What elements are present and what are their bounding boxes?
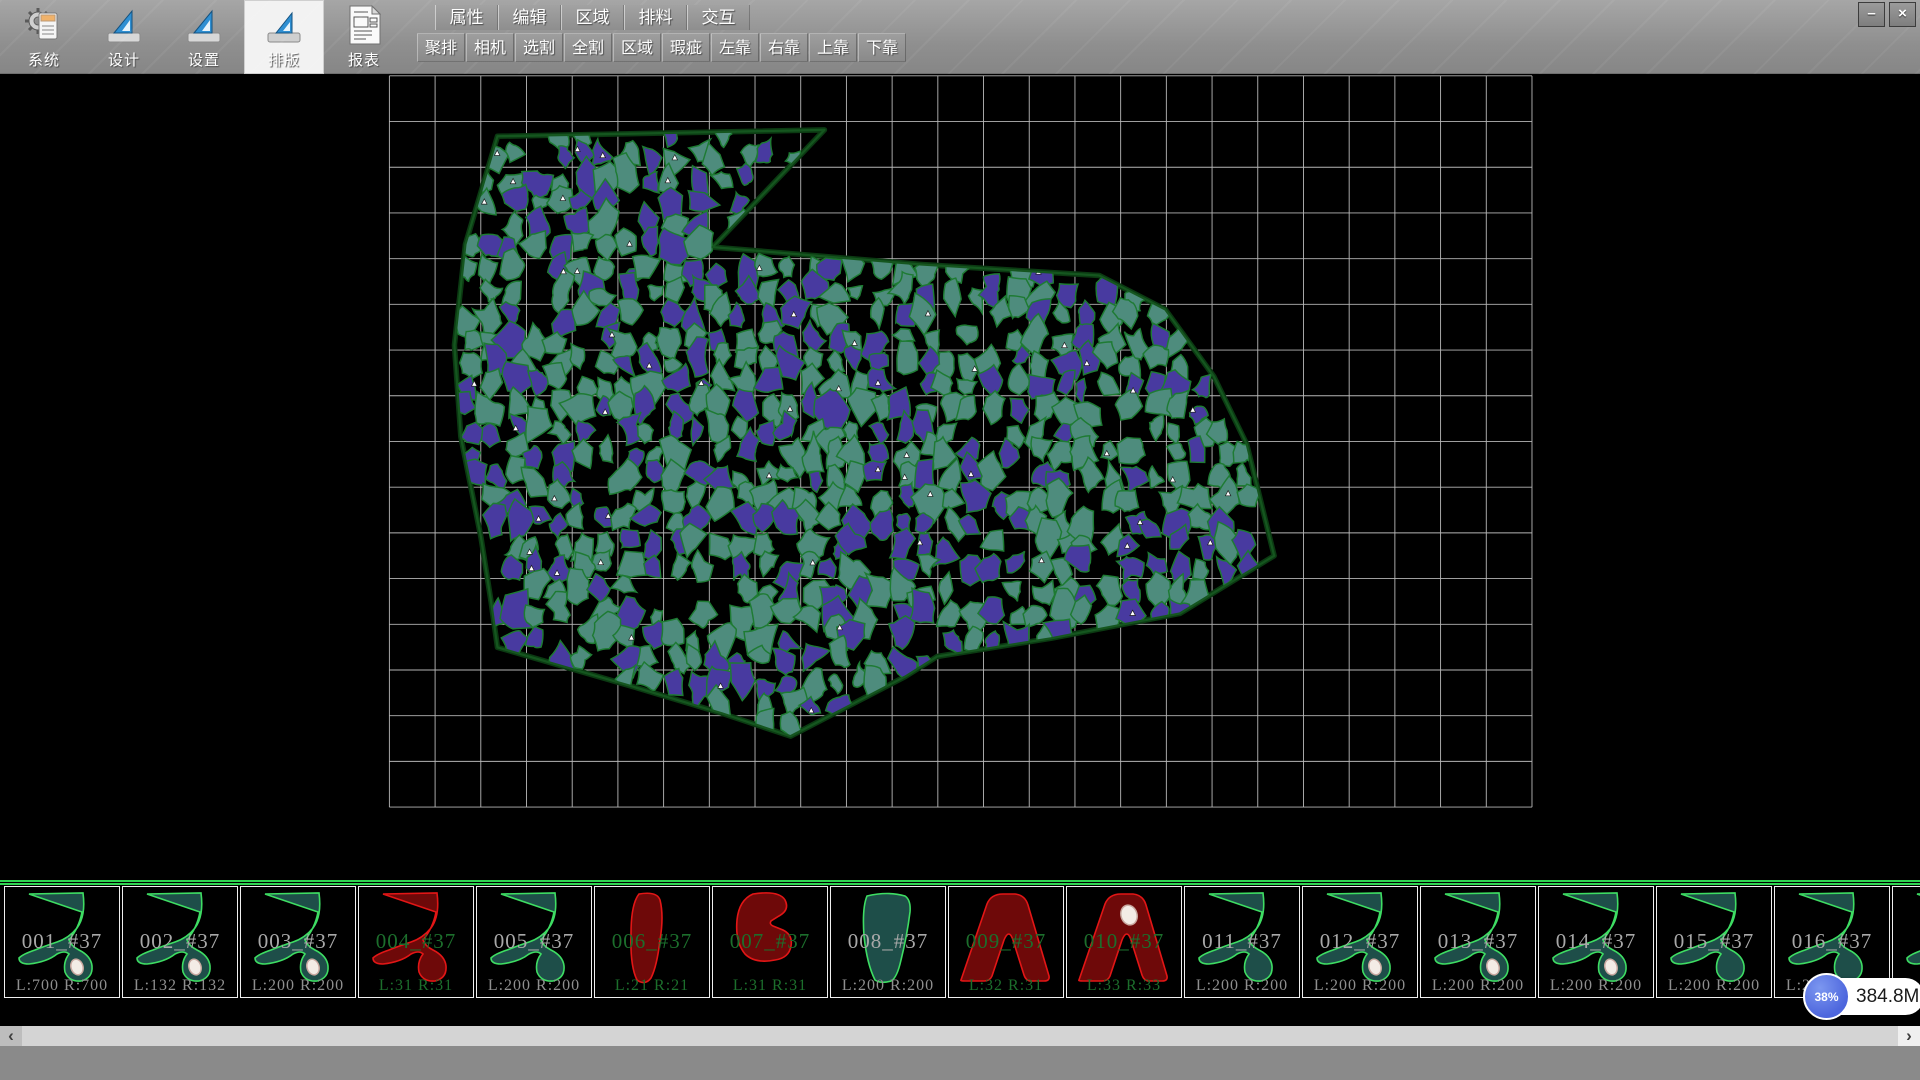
- layout-button-label: 排版: [268, 49, 300, 70]
- thumbnail-cell-3[interactable]: 003_#37 L:200 R:200: [240, 886, 356, 998]
- minimize-icon: –: [1867, 5, 1875, 22]
- piece-lr-count: L:200 R:200: [477, 977, 591, 995]
- tool-button-6[interactable]: 瑕疵: [662, 33, 710, 62]
- piece-name: 008_#37: [831, 929, 945, 954]
- window-controls: – ×: [1858, 2, 1916, 27]
- system-button-label: 系统: [28, 49, 60, 70]
- piece-lr-count: L:21 R:21: [595, 977, 709, 995]
- menu-tab-5[interactable]: 交互: [687, 5, 750, 30]
- progress-circle: 38%: [1803, 973, 1850, 1020]
- design-button-label: 设计: [108, 49, 140, 70]
- progress-percent: 38%: [1814, 990, 1838, 1004]
- piece-lr-count: L:200 R:200: [1185, 977, 1299, 995]
- thumbnail-cell-6[interactable]: 006_#37 L:21 R:21: [594, 886, 710, 998]
- piece-name: 011_#37: [1185, 929, 1299, 954]
- piece-name: 010_#37: [1067, 929, 1181, 954]
- thumbnail-cell-2[interactable]: 002_#37 L:132 R:132: [122, 886, 238, 998]
- scroll-left-button[interactable]: ‹: [0, 1026, 22, 1046]
- tool-button-8[interactable]: 右靠: [760, 33, 808, 62]
- piece-name: 001_#37: [5, 929, 119, 954]
- piece-lr-count: L:700 R:700: [5, 977, 119, 995]
- thumbnail-cell-13[interactable]: 013_#37 L:200 R:200: [1420, 886, 1536, 998]
- piece-name: 007_#37: [713, 929, 827, 954]
- piece-lr-count: L:33 R:33: [1067, 977, 1181, 995]
- memory-usage-badge: 38% 384.8M: [1806, 978, 1920, 1015]
- piece-name: 003_#37: [241, 929, 355, 954]
- piece-name: 0: [1893, 929, 1920, 954]
- piece-name: 012_#37: [1303, 929, 1417, 954]
- strip-top-border: [0, 880, 1920, 885]
- piece-lr-count: L:32 R:31: [949, 977, 1063, 995]
- settings-button-label: 设置: [188, 49, 220, 70]
- piece-name: 006_#37: [595, 929, 709, 954]
- report-button[interactable]: 报表: [324, 0, 404, 74]
- tool-button-bar: 聚排相机选割全割区域瑕疵左靠右靠上靠下靠: [417, 33, 907, 62]
- memory-value: 384.8M: [1856, 978, 1919, 1015]
- piece-thumbnail-strip: 001_#37L:700 R:700002_#37L:132 R:132003_…: [0, 880, 1920, 1003]
- design-icon: [102, 3, 146, 47]
- main-button-group: 系统 设计 设置 排版: [4, 0, 404, 74]
- nesting-canvas[interactable]: [0, 74, 1920, 880]
- thumbnail-cell-10[interactable]: 010_#37 L:33 R:33: [1066, 886, 1182, 998]
- minimize-button[interactable]: –: [1858, 2, 1885, 27]
- piece-name: 016_#37: [1775, 929, 1889, 954]
- report-button-label: 报表: [348, 49, 380, 70]
- piece-name: 014_#37: [1539, 929, 1653, 954]
- thumbnail-cell-4[interactable]: 004_#37 L:31 R:31: [358, 886, 474, 998]
- thumbnail-cell-8[interactable]: 008_#37 L:200 R:200: [830, 886, 946, 998]
- tool-button-2[interactable]: 相机: [466, 33, 514, 62]
- menu-tab-1[interactable]: 属性: [435, 5, 498, 30]
- piece-lr-count: L:200 R:200: [831, 977, 945, 995]
- thumbnail-cell-1[interactable]: 001_#37 L:700 R:700: [4, 886, 120, 998]
- tool-button-9[interactable]: 上靠: [809, 33, 857, 62]
- thumbnail-cell-14[interactable]: 014_#37 L:200 R:200: [1538, 886, 1654, 998]
- system-icon: [22, 3, 66, 47]
- piece-lr-count: L:132 R:132: [123, 977, 237, 995]
- thumbnail-cell-15[interactable]: 015_#37 L:200 R:200: [1656, 886, 1772, 998]
- piece-name: 005_#37: [477, 929, 591, 954]
- thumbnail-cell-9[interactable]: 009_#37 L:32 R:31: [948, 886, 1064, 998]
- menu-tab-3[interactable]: 区域: [561, 5, 624, 30]
- tool-button-5[interactable]: 区域: [613, 33, 661, 62]
- horizontal-scrollbar[interactable]: ‹ ›: [0, 1026, 1920, 1046]
- tool-button-4[interactable]: 全割: [564, 33, 612, 62]
- thumbnail-cell-11[interactable]: 011_#37 L:200 R:200: [1184, 886, 1300, 998]
- piece-lr-count: L:200 R:200: [241, 977, 355, 995]
- settings-icon: [182, 3, 226, 47]
- settings-button[interactable]: 设置: [164, 0, 244, 74]
- piece-name: 002_#37: [123, 929, 237, 954]
- layout-button[interactable]: 排版: [244, 0, 324, 74]
- piece-lr-count: L:31 R:31: [359, 977, 473, 995]
- piece-lr-count: L:200 R:200: [1657, 977, 1771, 995]
- menu-tab-2[interactable]: 编辑: [498, 5, 561, 30]
- scroll-right-button[interactable]: ›: [1898, 1026, 1920, 1046]
- design-button[interactable]: 设计: [84, 0, 164, 74]
- thumbnail-cell-5[interactable]: 005_#37 L:200 R:200: [476, 886, 592, 998]
- thumbnail-cell-7[interactable]: 007_#37 L:31 R:31: [712, 886, 828, 998]
- close-icon: ×: [1898, 5, 1907, 22]
- scroll-right-icon: ›: [1906, 1026, 1912, 1045]
- piece-name: 015_#37: [1657, 929, 1771, 954]
- tool-button-10[interactable]: 下靠: [858, 33, 906, 62]
- toolbar: 系统 设计 设置 排版: [0, 0, 1920, 74]
- thumbnail-cell-12[interactable]: 012_#37 L:200 R:200: [1302, 886, 1418, 998]
- menu-tab-bar: 属性编辑区域排料交互: [435, 5, 750, 30]
- piece-name: 004_#37: [359, 929, 473, 954]
- piece-lr-count: L:200 R:200: [1303, 977, 1417, 995]
- layout-icon: [262, 3, 306, 47]
- scroll-left-icon: ‹: [8, 1026, 14, 1045]
- piece-name: 009_#37: [949, 929, 1063, 954]
- piece-lr-count: L:31 R:31: [713, 977, 827, 995]
- tool-button-1[interactable]: 聚排: [417, 33, 465, 62]
- tool-button-7[interactable]: 左靠: [711, 33, 759, 62]
- close-button[interactable]: ×: [1889, 2, 1916, 27]
- report-icon: [342, 3, 386, 47]
- piece-name: 013_#37: [1421, 929, 1535, 954]
- piece-lr-count: L:200 R:200: [1421, 977, 1535, 995]
- window-bottom-edge: [0, 1046, 1920, 1080]
- system-button[interactable]: 系统: [4, 0, 84, 74]
- menu-tab-4[interactable]: 排料: [624, 5, 687, 30]
- piece-lr-count: L:200 R:200: [1539, 977, 1653, 995]
- tool-button-3[interactable]: 选割: [515, 33, 563, 62]
